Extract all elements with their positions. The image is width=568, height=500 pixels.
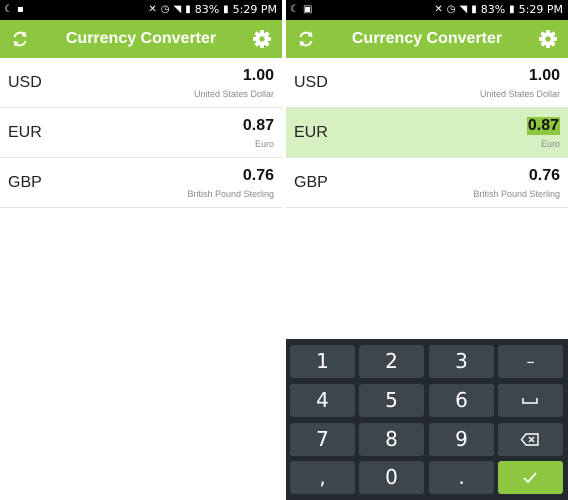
currency-name: United States Dollar xyxy=(479,89,560,99)
currency-row-gbp[interactable]: GBP 0.76 British Pound Sterling xyxy=(0,158,282,208)
phone-screen-right: ☾ ▣ ✕ ◷ ◥ ▮ 83% ▮ 5:29 PM Currency Conve… xyxy=(286,0,568,500)
currency-value-input[interactable]: 0.87 xyxy=(526,117,560,135)
currency-row-gbp[interactable]: GBP 0.76 British Pound Sterling xyxy=(286,158,568,208)
mute-icon: ✕ xyxy=(434,4,443,15)
app-bar: Currency Converter xyxy=(0,20,282,58)
wifi-icon: ◥ xyxy=(459,4,468,15)
moon-icon: ☾ xyxy=(290,4,299,15)
backspace-icon xyxy=(520,433,539,446)
key-space[interactable] xyxy=(498,384,563,417)
image-icon: ▣ xyxy=(302,4,313,15)
app-title: Currency Converter xyxy=(351,30,503,47)
currency-code: GBP xyxy=(8,174,42,191)
phone-screen-left: ☾ ▪ ✕ ◷ ◥ ▮ 83% ▮ 5:29 PM Currency Conve… xyxy=(0,0,282,500)
currency-name: United States Dollar xyxy=(193,89,274,99)
settings-gear-icon[interactable] xyxy=(538,29,558,49)
battery-percent: 83% xyxy=(480,3,506,16)
signal-icon: ▮ xyxy=(185,4,191,15)
space-icon xyxy=(522,398,538,404)
currency-name: Euro xyxy=(254,139,274,149)
key-0[interactable]: 0 xyxy=(359,461,424,494)
battery-percent: 83% xyxy=(194,3,220,16)
key-4[interactable]: 4 xyxy=(290,384,355,417)
app-bar: Currency Converter xyxy=(286,20,568,58)
key-6[interactable]: 6 xyxy=(429,384,494,417)
key-done[interactable] xyxy=(498,461,563,494)
currency-value[interactable]: 1.00 xyxy=(529,67,560,85)
settings-gear-icon[interactable] xyxy=(252,29,272,49)
key-9[interactable]: 9 xyxy=(429,423,494,456)
moon-icon: ☾ xyxy=(4,4,13,15)
key-backspace[interactable] xyxy=(498,423,563,456)
currency-code: EUR xyxy=(294,124,328,141)
currency-row-eur-selected[interactable]: EUR 0.87 Euro xyxy=(286,108,568,158)
status-time: 5:29 PM xyxy=(518,3,563,16)
currency-row-usd[interactable]: USD 1.00 United States Dollar xyxy=(0,58,282,108)
currency-name: British Pound Sterling xyxy=(473,189,560,199)
currency-code: USD xyxy=(8,74,42,91)
numeric-keyboard: 1 2 3 – 4 5 6 7 8 9 , 0 . xyxy=(286,339,568,500)
battery-icon: ▮ xyxy=(509,4,515,15)
signal-icon: ▮ xyxy=(471,4,477,15)
app-title: Currency Converter xyxy=(65,30,217,47)
key-2[interactable]: 2 xyxy=(359,345,424,378)
currency-code: USD xyxy=(294,74,328,91)
key-period[interactable]: . xyxy=(429,461,494,494)
currency-name: British Pound Sterling xyxy=(187,189,274,199)
key-7[interactable]: 7 xyxy=(290,423,355,456)
key-5[interactable]: 5 xyxy=(359,384,424,417)
key-1[interactable]: 1 xyxy=(290,345,355,378)
checkmark-icon xyxy=(523,472,537,484)
key-comma[interactable]: , xyxy=(290,461,355,494)
key-3[interactable]: 3 xyxy=(429,345,494,378)
currency-row-eur[interactable]: EUR 0.87 Euro xyxy=(0,108,282,158)
currency-value[interactable]: 0.76 xyxy=(243,167,274,185)
currency-list: USD 1.00 United States Dollar EUR 0.87 E… xyxy=(0,58,282,208)
currency-name: Euro xyxy=(540,139,560,149)
app-icon: ▪ xyxy=(16,4,24,15)
wifi-icon: ◥ xyxy=(173,4,182,15)
currency-value[interactable]: 0.76 xyxy=(529,167,560,185)
status-bar: ☾ ▣ ✕ ◷ ◥ ▮ 83% ▮ 5:29 PM xyxy=(286,0,568,20)
alarm-icon: ◷ xyxy=(446,4,456,15)
key-8[interactable]: 8 xyxy=(359,423,424,456)
currency-code: GBP xyxy=(294,174,328,191)
status-time: 5:29 PM xyxy=(232,3,277,16)
battery-icon: ▮ xyxy=(223,4,229,15)
currency-row-usd[interactable]: USD 1.00 United States Dollar xyxy=(286,58,568,108)
currency-value[interactable]: 0.87 xyxy=(243,117,274,135)
currency-value[interactable]: 1.00 xyxy=(243,67,274,85)
alarm-icon: ◷ xyxy=(160,4,170,15)
currency-list: USD 1.00 United States Dollar EUR 0.87 E… xyxy=(286,58,568,208)
key-minus[interactable]: – xyxy=(498,345,563,378)
mute-icon: ✕ xyxy=(148,4,157,15)
status-bar: ☾ ▪ ✕ ◷ ◥ ▮ 83% ▮ 5:29 PM xyxy=(0,0,282,20)
currency-code: EUR xyxy=(8,124,42,141)
